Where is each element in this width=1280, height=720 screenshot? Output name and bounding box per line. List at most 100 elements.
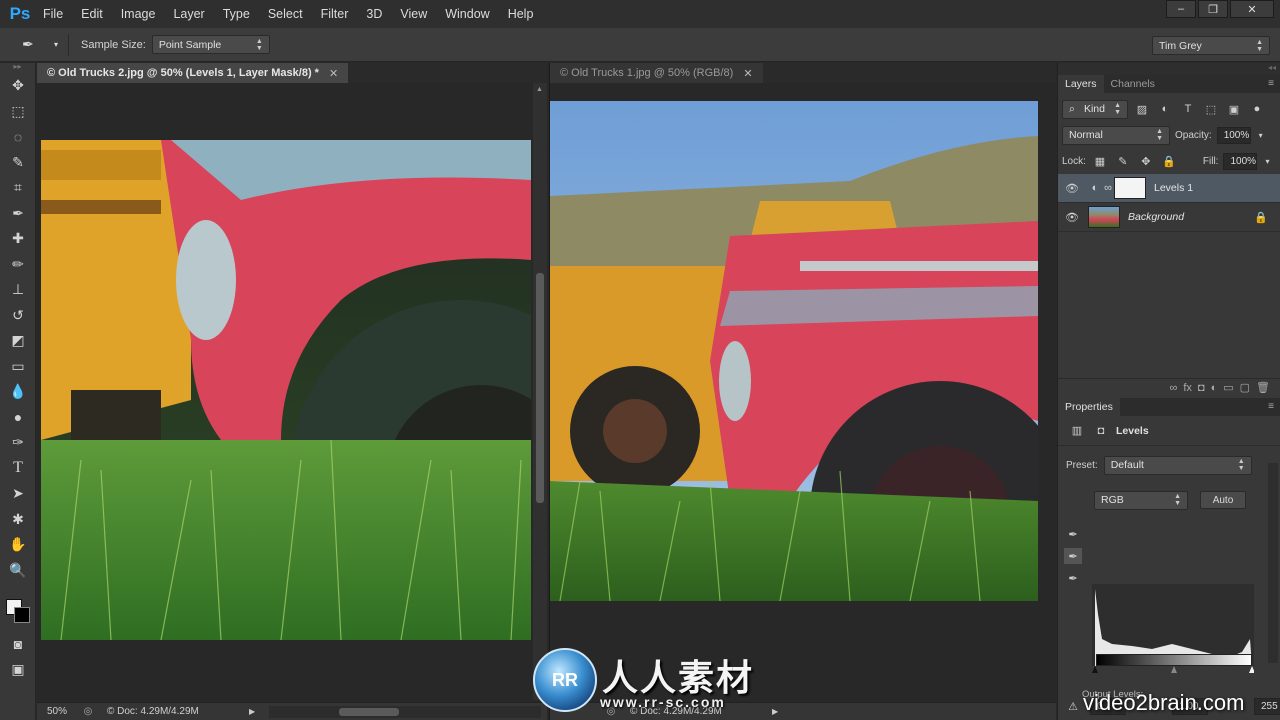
layer-name[interactable]: Background	[1128, 211, 1184, 223]
tab-layers[interactable]: Layers	[1058, 75, 1104, 93]
fill-input[interactable]: 100%	[1223, 152, 1258, 170]
menu-view[interactable]: View	[391, 0, 436, 28]
layer-row-background[interactable]: 👁 Background 🔒	[1058, 203, 1280, 232]
panel-menu-icon[interactable]: ≡	[1262, 398, 1280, 416]
pen-tool-icon[interactable]: ✑	[0, 430, 36, 456]
tab-properties[interactable]: Properties	[1058, 398, 1120, 416]
minimize-button[interactable]: –	[1166, 0, 1196, 18]
menu-select[interactable]: Select	[259, 0, 312, 28]
canvas-old-trucks-2[interactable]	[41, 140, 531, 640]
status-menu-arrow-icon[interactable]: ▶	[249, 707, 263, 716]
visibility-eye-icon[interactable]: 👁	[1058, 182, 1086, 195]
share-icon[interactable]: ◎	[77, 706, 99, 717]
dodge-tool-icon[interactable]: ●	[0, 405, 36, 431]
hand-tool-icon[interactable]: ✋	[0, 532, 36, 558]
scrollbar-thumb[interactable]	[339, 707, 399, 716]
menu-window[interactable]: Window	[436, 0, 498, 28]
layer-thumbnail[interactable]	[1088, 206, 1120, 228]
white-input-slider[interactable]	[1249, 666, 1255, 673]
layer-name[interactable]: Levels 1	[1154, 182, 1193, 194]
photoshop-logo-icon[interactable]: Ps	[6, 0, 34, 28]
panel-grip[interactable]: ▸▸	[0, 63, 35, 73]
tool-preset-picker[interactable]: ✒ ▾	[18, 32, 62, 58]
layer-row-levels[interactable]: 👁 ◐ ∞ Levels 1	[1058, 174, 1280, 203]
pixel-layer-filter-icon[interactable]: ▨	[1133, 101, 1151, 117]
layer-mask-thumbnail[interactable]	[1114, 177, 1146, 199]
background-color-swatch[interactable]	[14, 607, 30, 623]
white-point-eyedropper-icon[interactable]: ✒	[1064, 570, 1082, 586]
chevron-down-icon[interactable]: ▾	[1262, 153, 1272, 169]
marquee-tool-icon[interactable]: ⬚	[0, 99, 36, 125]
quick-selection-tool-icon[interactable]: ✎	[0, 150, 36, 176]
shape-tool-icon[interactable]: ✱	[0, 507, 36, 533]
new-group-icon[interactable]: ▭	[1223, 381, 1233, 394]
close-tab-icon[interactable]: ✕	[329, 67, 338, 80]
zoom-level[interactable]: 50%	[37, 706, 77, 717]
menu-type[interactable]: Type	[214, 0, 259, 28]
scrollbar-thumb[interactable]	[536, 273, 544, 503]
status-menu-arrow-icon[interactable]: ▶	[772, 707, 786, 716]
black-input-slider[interactable]	[1092, 666, 1098, 673]
zoom-tool-icon[interactable]: 🔍	[0, 558, 36, 584]
channel-dropdown[interactable]: RGB ▲ ▼	[1094, 490, 1188, 510]
tab-channels[interactable]: Channels	[1104, 75, 1162, 93]
scroll-up-icon[interactable]: ▲	[536, 86, 543, 93]
vertical-scrollbar[interactable]: ▲ ▼	[533, 83, 547, 700]
preset-dropdown[interactable]: Default ▲ ▼	[1103, 455, 1252, 475]
lasso-tool-icon[interactable]: ◌	[0, 124, 36, 150]
close-tab-icon[interactable]: ✕	[743, 67, 752, 80]
lock-position-icon[interactable]: ✥	[1137, 153, 1155, 169]
blend-mode-dropdown[interactable]: Normal ▲ ▼	[1062, 125, 1170, 145]
menu-edit[interactable]: Edit	[72, 0, 112, 28]
healing-brush-tool-icon[interactable]: ✚	[0, 226, 36, 252]
opacity-input[interactable]: 100%	[1216, 126, 1251, 144]
add-mask-icon[interactable]: ◘	[1198, 382, 1205, 394]
menu-help[interactable]: Help	[499, 0, 543, 28]
lock-image-icon[interactable]: ✎	[1114, 153, 1132, 169]
type-layer-filter-icon[interactable]: T	[1179, 101, 1197, 117]
filter-toggle-icon[interactable]: ●	[1248, 101, 1266, 117]
horizontal-scrollbar[interactable]	[269, 705, 541, 718]
visibility-eye-icon[interactable]: 👁	[1058, 211, 1086, 224]
chevron-down-icon[interactable]: ▾	[1256, 127, 1266, 143]
panel-menu-icon[interactable]: ≡	[1262, 75, 1280, 93]
fx-icon[interactable]: fx	[1183, 382, 1192, 394]
lock-all-icon[interactable]: 🔒	[1160, 153, 1178, 169]
menu-3d[interactable]: 3D	[357, 0, 391, 28]
color-swatches[interactable]	[0, 597, 35, 631]
new-adjustment-icon[interactable]: ◐	[1211, 382, 1218, 394]
clipping-warning-icon[interactable]: ⚠	[1064, 699, 1082, 715]
new-layer-icon[interactable]: ▢	[1240, 381, 1250, 394]
path-selection-tool-icon[interactable]: ➤	[0, 481, 36, 507]
crop-tool-icon[interactable]: ⌗	[0, 175, 36, 201]
close-window-button[interactable]: ✕	[1230, 0, 1274, 18]
restore-button[interactable]: ❐	[1198, 0, 1228, 18]
eyedropper-tool-icon[interactable]: ✒	[0, 201, 36, 227]
lock-transparent-icon[interactable]: ▦	[1091, 153, 1109, 169]
menu-file[interactable]: File	[34, 0, 72, 28]
canvas-old-trucks-1[interactable]	[550, 101, 1038, 601]
shape-layer-filter-icon[interactable]: ⬚	[1202, 101, 1220, 117]
delete-layer-icon[interactable]: 🗑	[1256, 381, 1270, 394]
tab-old-trucks-1[interactable]: © Old Trucks 1.jpg @ 50% (RGB/8) ✕	[550, 63, 763, 83]
type-tool-icon[interactable]: T	[0, 456, 36, 482]
link-layers-icon[interactable]: ∞	[1170, 382, 1178, 394]
input-white-field[interactable]: 255	[1254, 698, 1280, 715]
eraser-tool-icon[interactable]: ◩	[0, 328, 36, 354]
gray-point-eyedropper-icon[interactable]: ✒	[1064, 548, 1082, 564]
menu-image[interactable]: Image	[112, 0, 165, 28]
quick-mask-icon[interactable]: ◙	[0, 631, 36, 657]
brush-tool-icon[interactable]: ✏	[0, 252, 36, 278]
sample-size-dropdown[interactable]: Point Sample ▲ ▼	[151, 35, 270, 54]
mask-icon[interactable]: ◘	[1092, 423, 1110, 439]
screen-mode-icon[interactable]: ▣	[0, 657, 36, 683]
smart-object-filter-icon[interactable]: ▣	[1225, 101, 1243, 117]
move-tool-icon[interactable]: ✥	[0, 73, 36, 99]
clone-stamp-tool-icon[interactable]: ⊥	[0, 277, 36, 303]
menu-layer[interactable]: Layer	[164, 0, 213, 28]
adjustment-layer-filter-icon[interactable]: ◐	[1156, 101, 1174, 117]
history-brush-tool-icon[interactable]: ↺	[0, 303, 36, 329]
workspace-dropdown[interactable]: Tim Grey ▲ ▼	[1152, 36, 1270, 55]
filter-kind-dropdown[interactable]: ⌕ Kind ▲ ▼	[1062, 99, 1128, 119]
gamma-input-slider[interactable]	[1171, 666, 1177, 673]
